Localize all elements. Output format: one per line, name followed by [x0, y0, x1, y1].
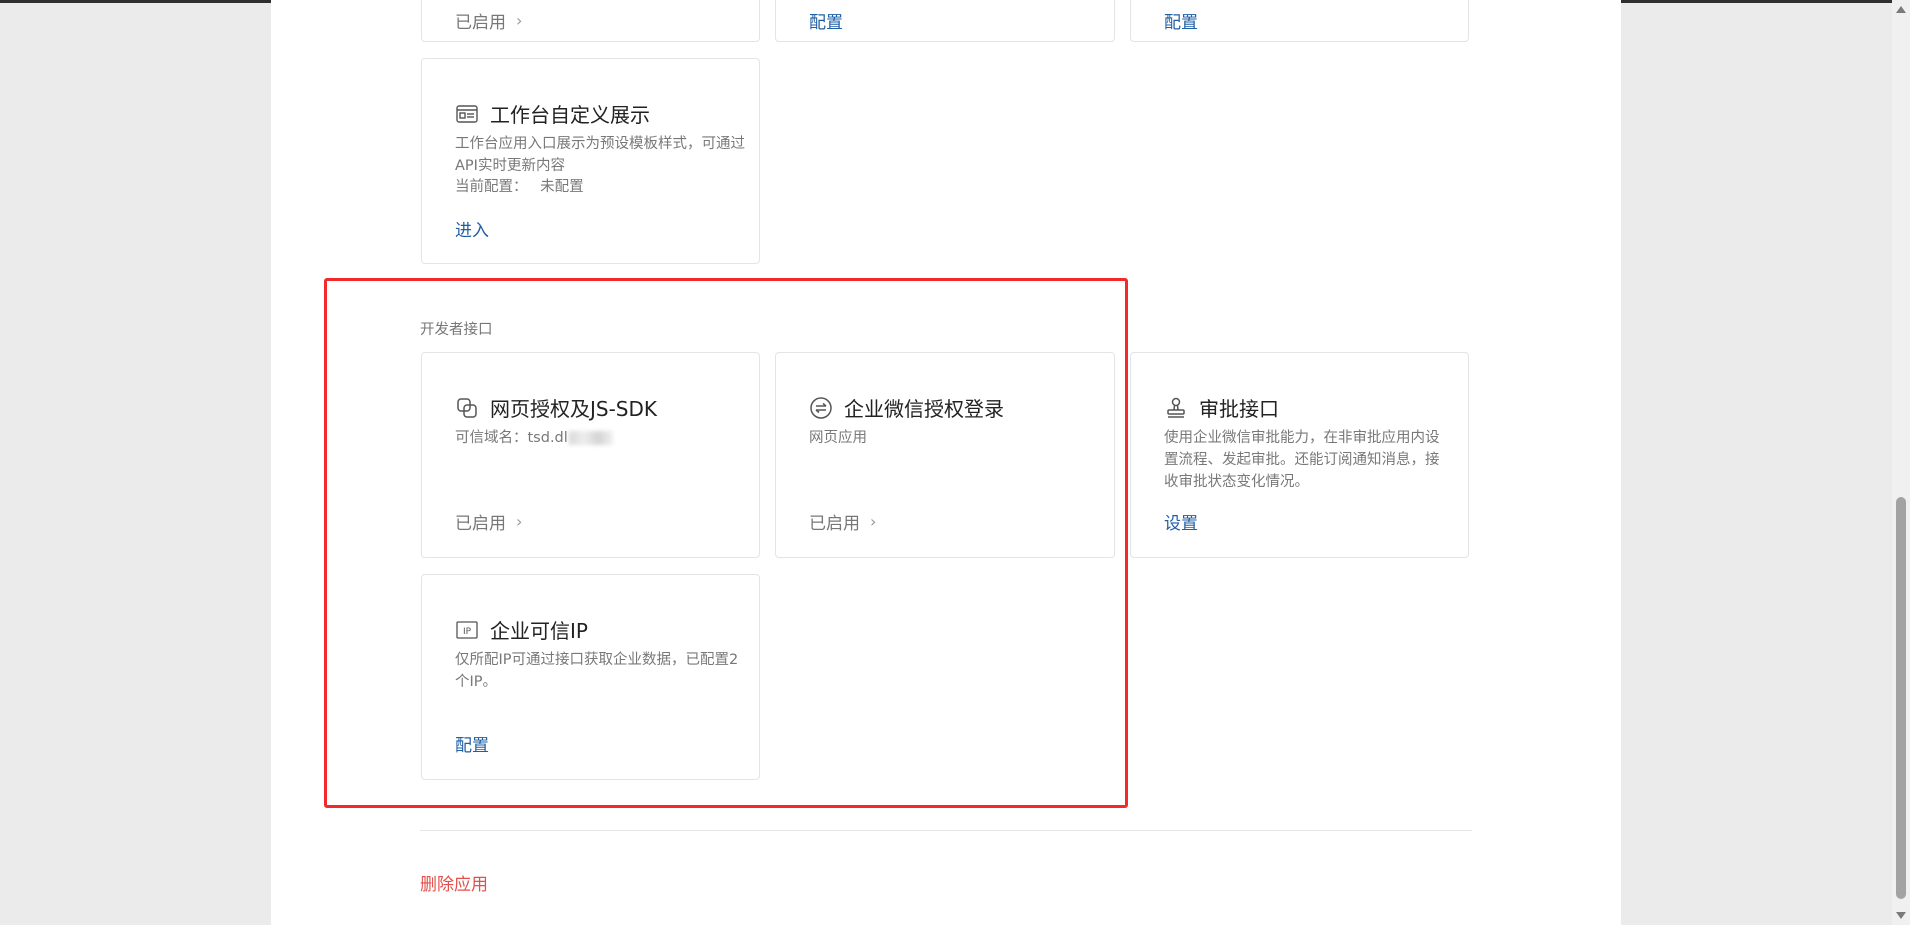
current-config-label: 当前配置：	[455, 179, 528, 195]
delete-app-link[interactable]: 删除应用	[420, 870, 488, 895]
workbench-card-description: 工作台应用入口展示为预设模板样式，可通过API实时更新内容	[455, 136, 745, 174]
approval-card-title: 审批接口	[1199, 397, 1279, 421]
top-card-2: 配置	[775, 0, 1115, 42]
top-card-1: 已启用 ›	[421, 0, 760, 42]
scrollbar-thumb[interactable]	[1896, 497, 1906, 899]
current-config-value: 未配置	[540, 179, 584, 195]
scroll-down-arrow-icon[interactable]	[1896, 912, 1906, 919]
id-card-icon	[455, 102, 479, 126]
footer-divider	[420, 830, 1472, 831]
top-card-1-status-label: 已启用	[455, 13, 506, 33]
scroll-up-arrow-icon[interactable]	[1896, 6, 1906, 13]
approval-card-header: 审批接口	[1164, 393, 1279, 422]
top-card-1-status[interactable]: 已启用 ›	[455, 8, 522, 33]
workbench-display-card: 工作台自定义展示 工作台应用入口展示为预设模板样式，可通过API实时更新内容 当…	[421, 58, 760, 264]
chevron-right-icon: ›	[516, 11, 523, 30]
highlight-annotation-box	[324, 278, 1128, 808]
top-card-3: 配置	[1130, 0, 1469, 42]
top-card-3-configure-link[interactable]: 配置	[1164, 8, 1198, 33]
workbench-card-title: 工作台自定义展示	[490, 103, 650, 127]
stamp-icon	[1164, 396, 1188, 420]
approval-card-description: 使用企业微信审批能力，在非审批应用内设置流程、发起审批。还能订阅通知消息，接收审…	[1164, 430, 1440, 490]
workbench-current-config: 当前配置： 未配置	[455, 175, 584, 196]
approval-api-card: 审批接口 使用企业微信审批能力，在非审批应用内设置流程、发起审批。还能订阅通知消…	[1130, 352, 1469, 558]
workbench-card-header: 工作台自定义展示	[455, 99, 650, 128]
top-card-2-configure-link[interactable]: 配置	[809, 8, 843, 33]
approval-settings-link[interactable]: 设置	[1164, 509, 1198, 534]
vertical-scrollbar[interactable]	[1892, 0, 1910, 925]
workbench-enter-link[interactable]: 进入	[455, 216, 489, 241]
